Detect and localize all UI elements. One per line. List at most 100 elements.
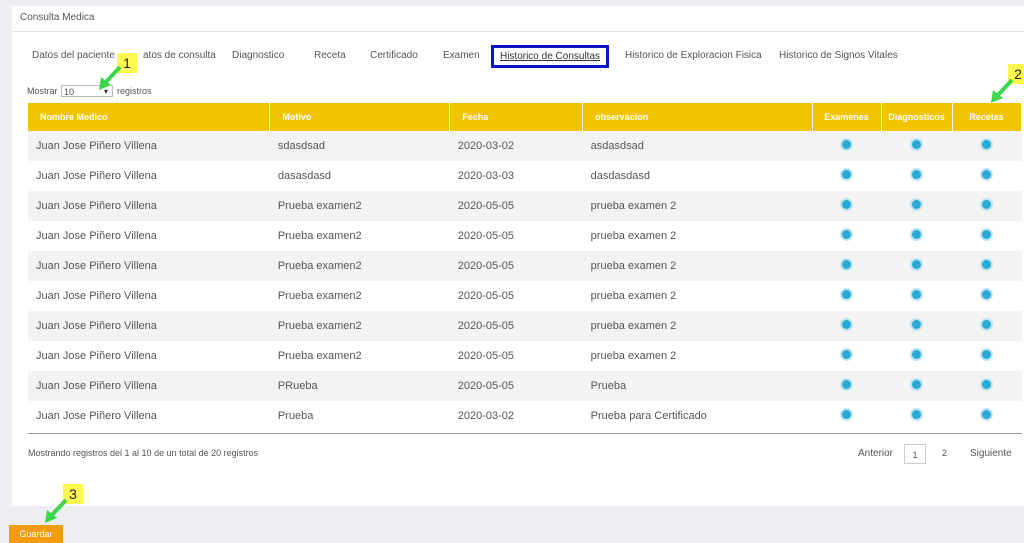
pager-page-2[interactable]: 2 bbox=[942, 448, 947, 458]
view-examenes-icon[interactable] bbox=[842, 380, 852, 389]
cell-fecha: 2020-03-03 bbox=[449, 161, 583, 191]
cell-observacion: dasdasdasd bbox=[582, 161, 813, 191]
cell-examenes bbox=[812, 191, 882, 221]
table-info: Mostrando registros del 1 al 10 de un to… bbox=[28, 448, 259, 458]
view-examenes-icon[interactable] bbox=[842, 290, 852, 299]
view-examenes-icon[interactable] bbox=[842, 200, 852, 209]
col-examenes[interactable]: Examenes bbox=[812, 103, 882, 131]
cell-examenes bbox=[812, 311, 882, 341]
view-recetas-icon[interactable] bbox=[981, 290, 991, 299]
cell-diagnosticos bbox=[881, 341, 953, 371]
view-recetas-icon[interactable] bbox=[981, 230, 991, 239]
col-nombre-medico[interactable]: Nombre Medico bbox=[28, 103, 271, 131]
cell-recetas bbox=[952, 131, 1022, 161]
cell-motivo: Prueba examen2 bbox=[269, 191, 450, 221]
cell-motivo: Prueba examen2 bbox=[269, 221, 450, 251]
view-recetas-icon[interactable] bbox=[981, 140, 991, 149]
view-recetas-icon[interactable] bbox=[981, 320, 991, 329]
length-prefix: Mostrar bbox=[27, 86, 58, 96]
view-diagnosticos-icon[interactable] bbox=[911, 380, 921, 389]
view-examenes-icon[interactable] bbox=[842, 410, 852, 419]
cell-examenes bbox=[812, 131, 882, 161]
cell-observacion: prueba examen 2 bbox=[582, 341, 813, 371]
panel-title: Consulta Medica bbox=[12, 6, 1024, 32]
view-examenes-icon[interactable] bbox=[842, 260, 852, 269]
view-diagnosticos-icon[interactable] bbox=[911, 140, 921, 149]
table-row: Juan Jose Piñero Villena Prueba 2020-03-02… bbox=[28, 401, 1022, 431]
cell-examenes bbox=[812, 371, 882, 401]
view-diagnosticos-icon[interactable] bbox=[911, 320, 921, 329]
view-recetas-icon[interactable] bbox=[981, 170, 991, 179]
table-row: Juan Jose Piñero Villena Prueba examen2 20… bbox=[28, 281, 1022, 311]
tab-historico-consultas[interactable]: Historico de Consultas bbox=[491, 45, 609, 68]
bottom-band bbox=[12, 508, 1024, 539]
cell-nombre-medico: Juan Jose Piñero Villena bbox=[28, 251, 270, 281]
view-examenes-icon[interactable] bbox=[842, 320, 852, 329]
pager-page-1[interactable]: 1 bbox=[904, 444, 926, 464]
view-diagnosticos-icon[interactable] bbox=[911, 410, 921, 419]
cell-motivo: Prueba examen2 bbox=[269, 341, 450, 371]
view-diagnosticos-icon[interactable] bbox=[911, 230, 921, 239]
table-row: Juan Jose Piñero Villena dasasdasd 2020-03… bbox=[28, 161, 1022, 191]
view-recetas-icon[interactable] bbox=[981, 410, 991, 419]
cell-nombre-medico: Juan Jose Piñero Villena bbox=[28, 401, 270, 431]
tab-certificado[interactable]: Certificado bbox=[370, 50, 418, 61]
cell-examenes bbox=[812, 281, 882, 311]
table-row: Juan Jose Piñero Villena Prueba examen2 20… bbox=[28, 191, 1022, 221]
view-diagnosticos-icon[interactable] bbox=[911, 170, 921, 179]
tab-datos-consulta[interactable]: atos de consulta bbox=[143, 50, 216, 61]
length-select-value: 10 bbox=[64, 87, 75, 97]
green-arrow-icon bbox=[991, 78, 1014, 103]
cell-nombre-medico: Juan Jose Piñero Villena bbox=[28, 161, 270, 191]
green-arrow-icon bbox=[99, 65, 122, 90]
pager-next[interactable]: Siguiente bbox=[970, 448, 1012, 459]
cell-observacion: Prueba para Certificado bbox=[582, 401, 813, 431]
cell-diagnosticos bbox=[881, 401, 953, 431]
table-bottom-border bbox=[28, 433, 1022, 434]
cell-fecha: 2020-05-05 bbox=[449, 341, 583, 371]
pager-prev[interactable]: Anterior bbox=[858, 448, 893, 459]
cell-motivo: PRueba bbox=[269, 371, 450, 401]
col-motivo[interactable]: Motivo bbox=[269, 103, 451, 131]
view-examenes-icon[interactable] bbox=[842, 140, 852, 149]
tab-examen[interactable]: Examen bbox=[443, 50, 480, 61]
cell-fecha: 2020-03-02 bbox=[449, 131, 583, 161]
cell-fecha: 2020-05-05 bbox=[449, 221, 583, 251]
tab-historico-exploracion[interactable]: Historico de Exploracion Fisica bbox=[625, 50, 762, 61]
cell-fecha: 2020-03-02 bbox=[449, 401, 583, 431]
tab-historico-signos[interactable]: Historico de Signos Vitales bbox=[779, 50, 898, 61]
cell-nombre-medico: Juan Jose Piñero Villena bbox=[28, 131, 270, 161]
col-diagnosticos[interactable]: Diagnosticos bbox=[881, 103, 953, 131]
cell-examenes bbox=[812, 221, 882, 251]
view-recetas-icon[interactable] bbox=[981, 200, 991, 209]
cell-recetas bbox=[952, 401, 1022, 431]
col-observacion[interactable]: observacion bbox=[582, 103, 814, 131]
save-button[interactable]: Guardar bbox=[9, 525, 63, 543]
view-examenes-icon[interactable] bbox=[842, 170, 852, 179]
table-row: Juan Jose Piñero Villena Prueba examen2 20… bbox=[28, 251, 1022, 281]
cell-recetas bbox=[952, 341, 1022, 371]
view-diagnosticos-icon[interactable] bbox=[911, 260, 921, 269]
cell-nombre-medico: Juan Jose Piñero Villena bbox=[28, 341, 270, 371]
cell-nombre-medico: Juan Jose Piñero Villena bbox=[28, 371, 270, 401]
view-recetas-icon[interactable] bbox=[981, 350, 991, 359]
cell-recetas bbox=[952, 311, 1022, 341]
table-row: Juan Jose Piñero Villena Prueba examen2 20… bbox=[28, 311, 1022, 341]
tab-receta[interactable]: Receta bbox=[314, 50, 346, 61]
view-diagnosticos-icon[interactable] bbox=[911, 350, 921, 359]
tab-diagnostico[interactable]: Diagnostico bbox=[232, 50, 284, 61]
view-diagnosticos-icon[interactable] bbox=[911, 200, 921, 209]
cell-recetas bbox=[952, 161, 1022, 191]
view-examenes-icon[interactable] bbox=[842, 350, 852, 359]
tab-datos-paciente[interactable]: Datos del paciente bbox=[32, 50, 115, 61]
col-recetas[interactable]: Recetas bbox=[952, 103, 1023, 131]
cell-motivo: Prueba examen2 bbox=[269, 281, 450, 311]
view-recetas-icon[interactable] bbox=[981, 380, 991, 389]
view-examenes-icon[interactable] bbox=[842, 230, 852, 239]
view-recetas-icon[interactable] bbox=[981, 260, 991, 269]
view-diagnosticos-icon[interactable] bbox=[911, 290, 921, 299]
col-fecha[interactable]: Fecha bbox=[449, 103, 584, 131]
cell-nombre-medico: Juan Jose Piñero Villena bbox=[28, 221, 270, 251]
cell-diagnosticos bbox=[881, 221, 953, 251]
cell-observacion: prueba examen 2 bbox=[582, 191, 813, 221]
